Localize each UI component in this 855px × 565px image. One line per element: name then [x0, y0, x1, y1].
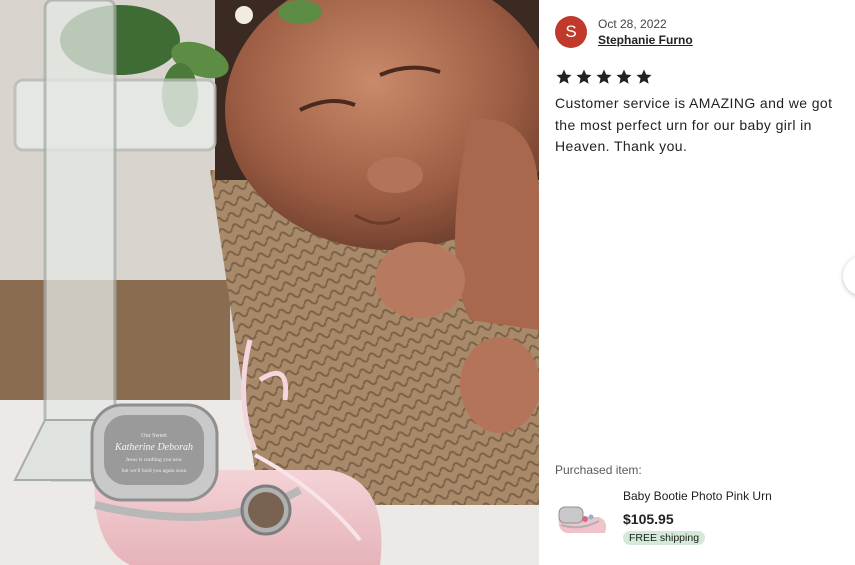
purchased-item-label: Purchased item:	[555, 463, 642, 477]
star-icon	[576, 69, 592, 84]
star-icon	[636, 69, 652, 84]
reviewer-meta: Oct 28, 2022 Stephanie Furno	[598, 16, 693, 48]
urn-engraving-line-3: Jesus is cradling you now	[126, 457, 183, 463]
star-icon	[556, 69, 572, 84]
reviewer-name-link[interactable]: Stephanie Furno	[598, 32, 693, 48]
review-text: Customer service is AMAZING and we got t…	[555, 95, 833, 154]
review-date: Oct 28, 2022	[598, 17, 667, 31]
star-icon	[616, 69, 632, 84]
star-icon	[596, 69, 612, 84]
reviewer-header: S Oct 28, 2022 Stephanie Furno	[555, 16, 693, 48]
star-rating	[555, 68, 653, 86]
avatar-initial: S	[565, 22, 577, 41]
urn-engraving-line-2: Katherine Deborah	[114, 442, 193, 453]
avatar: S	[555, 16, 587, 48]
item-info: Baby Bootie Photo Pink Urn $105.95 FREE …	[623, 487, 772, 546]
free-shipping-badge: FREE shipping	[623, 531, 706, 545]
review-panel: S Oct 28, 2022 Stephanie Furno Customer …	[539, 0, 855, 565]
urn-engraving-line-1: Our Sweet	[141, 433, 167, 439]
review-photo[interactable]: Our Sweet Katherine Deborah Jesus is cra…	[0, 0, 539, 565]
urn-engraving-line-4: but we'll hold you again soon	[122, 468, 187, 474]
item-thumbnail[interactable]	[555, 487, 611, 543]
item-price: $105.95	[623, 511, 674, 527]
purchased-item-card[interactable]: Baby Bootie Photo Pink Urn $105.95 FREE …	[555, 487, 772, 546]
item-title-link[interactable]: Baby Bootie Photo Pink Urn	[623, 489, 772, 503]
